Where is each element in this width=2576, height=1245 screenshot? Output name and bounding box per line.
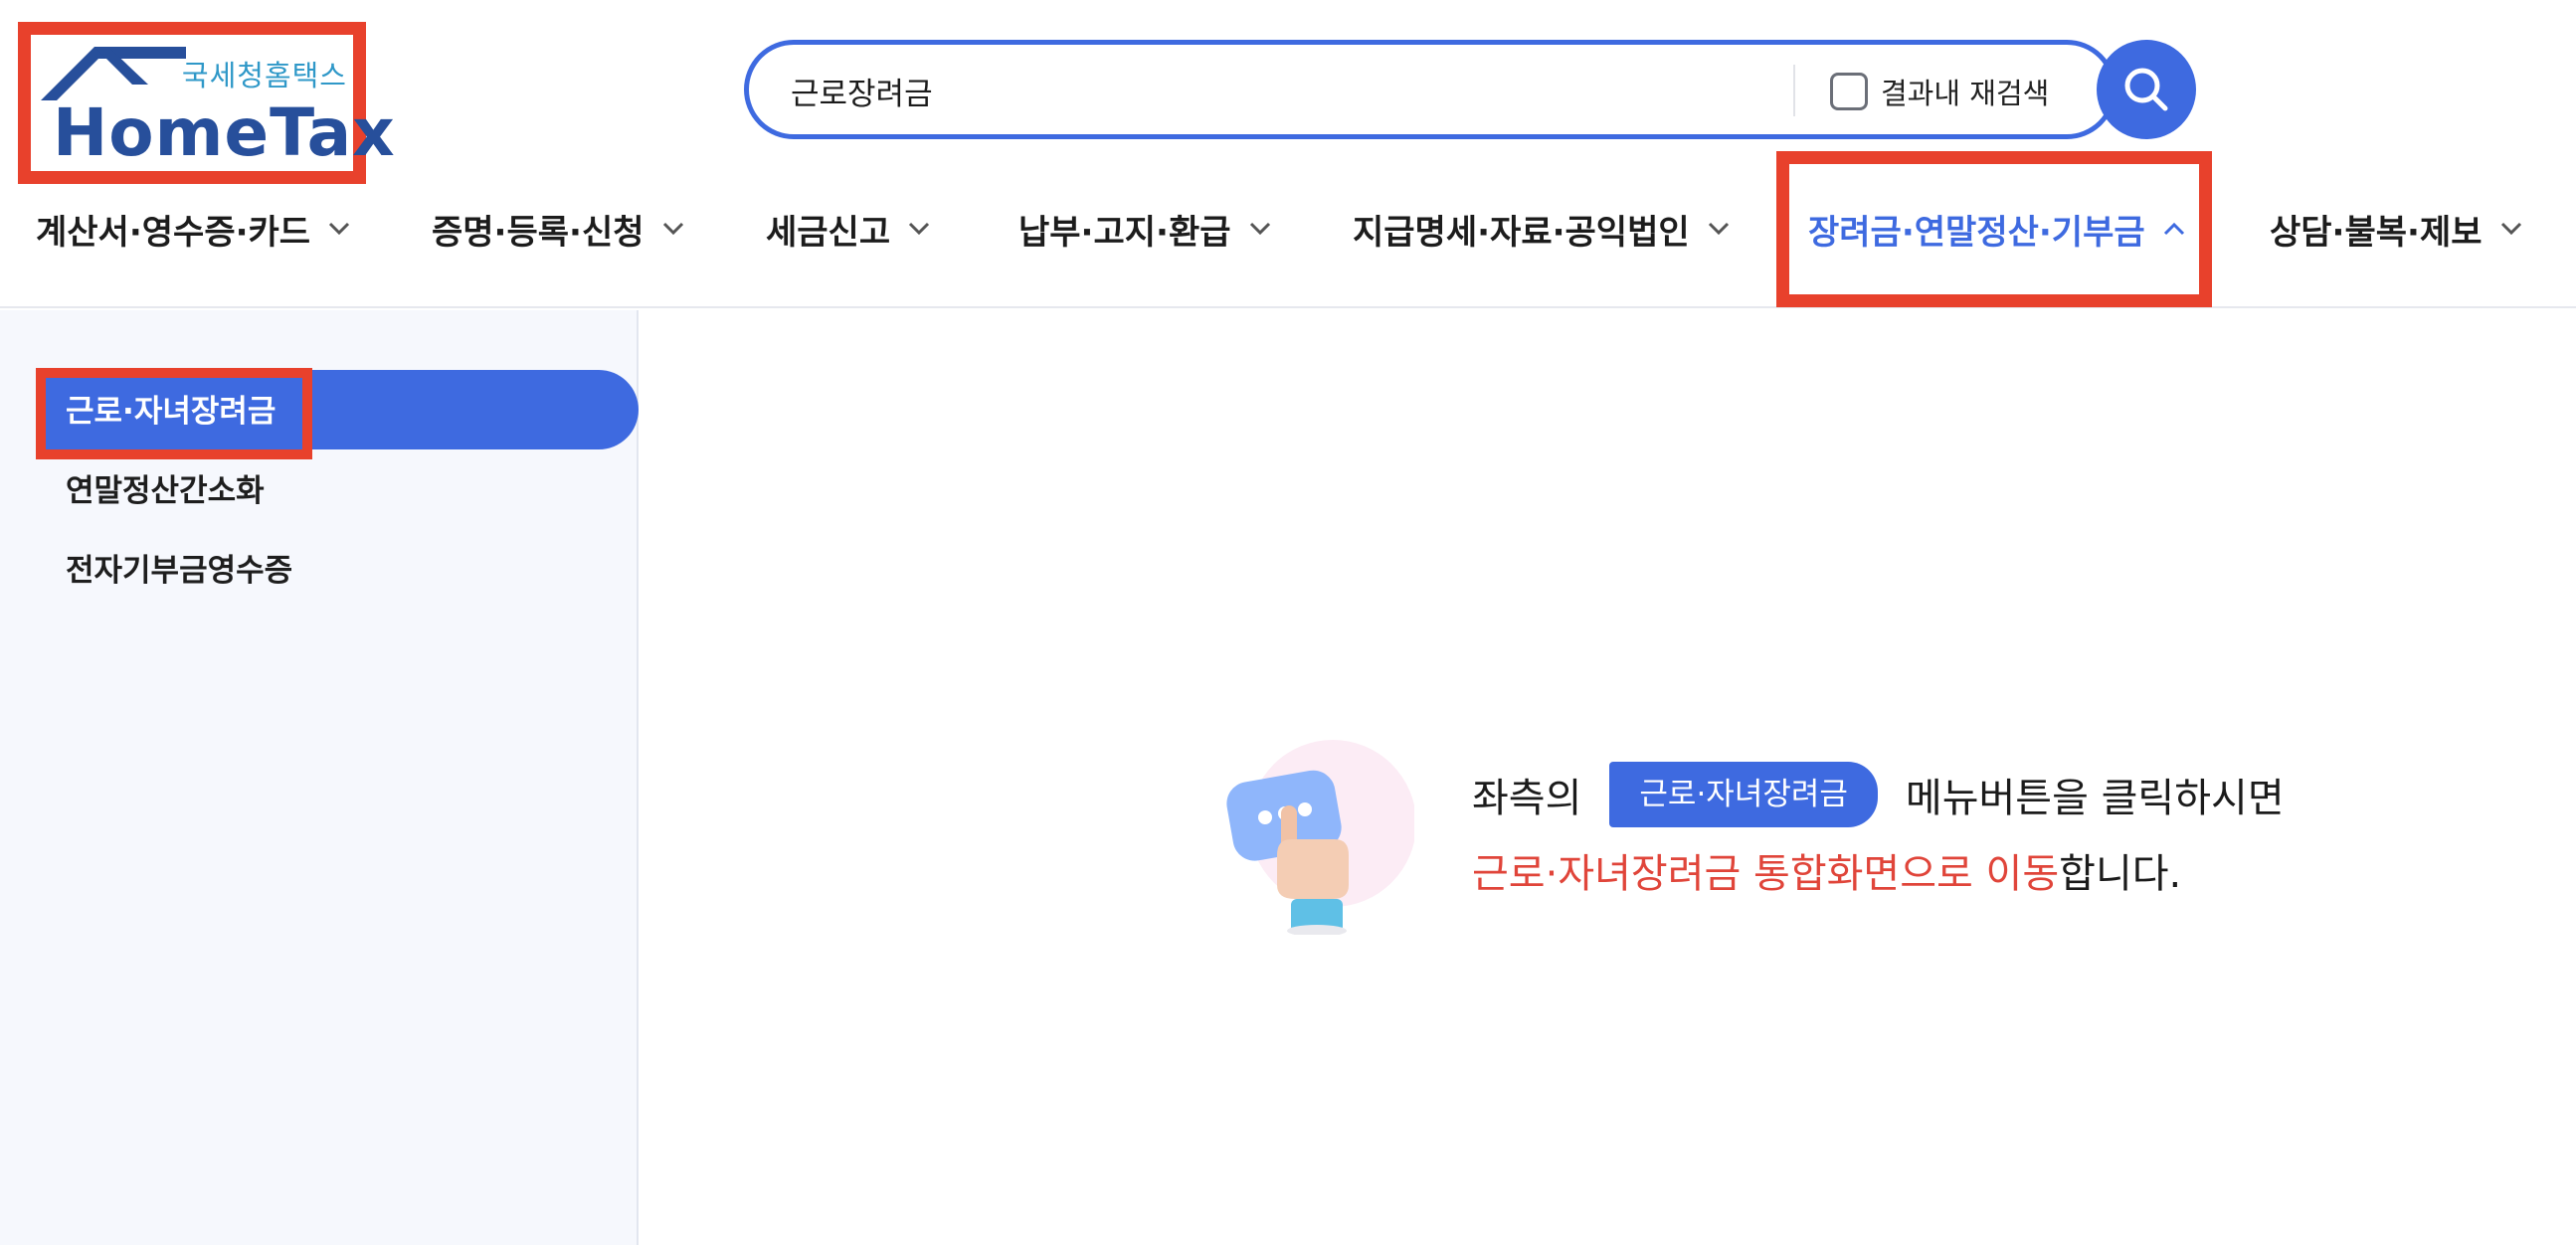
sidebar-item-year-end-settlement[interactable]: 연말정산간소화: [66, 465, 265, 510]
search-input[interactable]: [791, 67, 1785, 114]
search-divider: [1793, 65, 1795, 116]
logo-subtitle: 국세청홈택스: [181, 59, 347, 92]
nav-item-label: 증명·등록·신청: [432, 212, 644, 253]
hometax-page: 국세청홈택스 HomeTax 결과내 재검색 계산서·영수증·카드 증명·등록·…: [0, 0, 2576, 1245]
content-area: 좌측의 근로·자녀장려금 메뉴버튼을 클릭하시면 근로·자녀장려금 통합화면으로…: [641, 310, 2576, 1245]
home-roof-icon: [41, 47, 186, 100]
sidebar: 근로·자녀장려금 연말정산간소화 전자기부금영수증: [0, 310, 639, 1245]
instruction-line-2: 근로·자녀장려금 통합화면으로 이동 합니다.: [1455, 835, 2182, 907]
nav-item-consultation[interactable]: 상담·불복·제보: [2270, 199, 2522, 259]
hometax-logo[interactable]: 국세청홈택스 HomeTax: [18, 22, 395, 184]
nav-item-invoices[interactable]: 계산서·영수증·카드: [36, 199, 350, 259]
nav-item-certificates[interactable]: 증명·등록·신청: [432, 199, 684, 259]
instruction-highlight: 근로·자녀장려금 통합화면으로 이동: [1455, 841, 2076, 907]
nav-item-statements[interactable]: 지급명세·자료·공익법인: [1353, 199, 1730, 259]
nav-item-label: 지급명세·자료·공익법인: [1353, 212, 1690, 253]
nav-item-label: 계산서·영수증·카드: [36, 212, 311, 253]
chevron-down-icon: [2500, 222, 2521, 236]
search-button[interactable]: [2097, 40, 2196, 139]
instruction-suffix: 메뉴버튼을 클릭하시면: [1905, 776, 2285, 821]
instruction-ending: 합니다.: [2059, 851, 2182, 897]
chevron-down-icon: [662, 222, 683, 236]
chevron-down-icon: [1249, 222, 1270, 236]
search-bar: 결과내 재검색: [744, 40, 2116, 139]
chevron-down-icon: [909, 222, 930, 236]
sidebar-highlight-box: [36, 368, 312, 459]
tap-hand-icon: [1226, 740, 1414, 935]
nav-item-label: 상담·불복·제보: [2270, 212, 2483, 253]
logo-wordmark: HomeTax: [53, 94, 396, 171]
instruction-line-1: 좌측의 근로·자녀장려금 메뉴버튼을 클릭하시면: [1472, 760, 2285, 829]
instruction-prefix: 좌측의: [1472, 776, 1582, 821]
nav-highlight-box: [1776, 151, 2212, 307]
nav-item-label: 납부·고지·환급: [1018, 212, 1231, 253]
sidebar-item-e-donation-receipt[interactable]: 전자기부금영수증: [66, 545, 292, 590]
recheck-label[interactable]: 결과내 재검색: [1881, 71, 2049, 112]
recheck-checkbox[interactable]: [1830, 73, 1868, 110]
search-icon: [2124, 68, 2168, 111]
header: 국세청홈택스 HomeTax 결과내 재검색 계산서·영수증·카드 증명·등록·…: [0, 0, 2576, 308]
nav-item-payment[interactable]: 납부·고지·환급: [1018, 199, 1271, 259]
chevron-down-icon: [329, 222, 350, 236]
nav-item-label: 세금신고: [766, 212, 891, 253]
incentive-menu-button[interactable]: 근로·자녀장려금: [1609, 762, 1878, 827]
chevron-down-icon: [1708, 222, 1729, 236]
nav-item-tax-filing[interactable]: 세금신고: [766, 199, 930, 259]
